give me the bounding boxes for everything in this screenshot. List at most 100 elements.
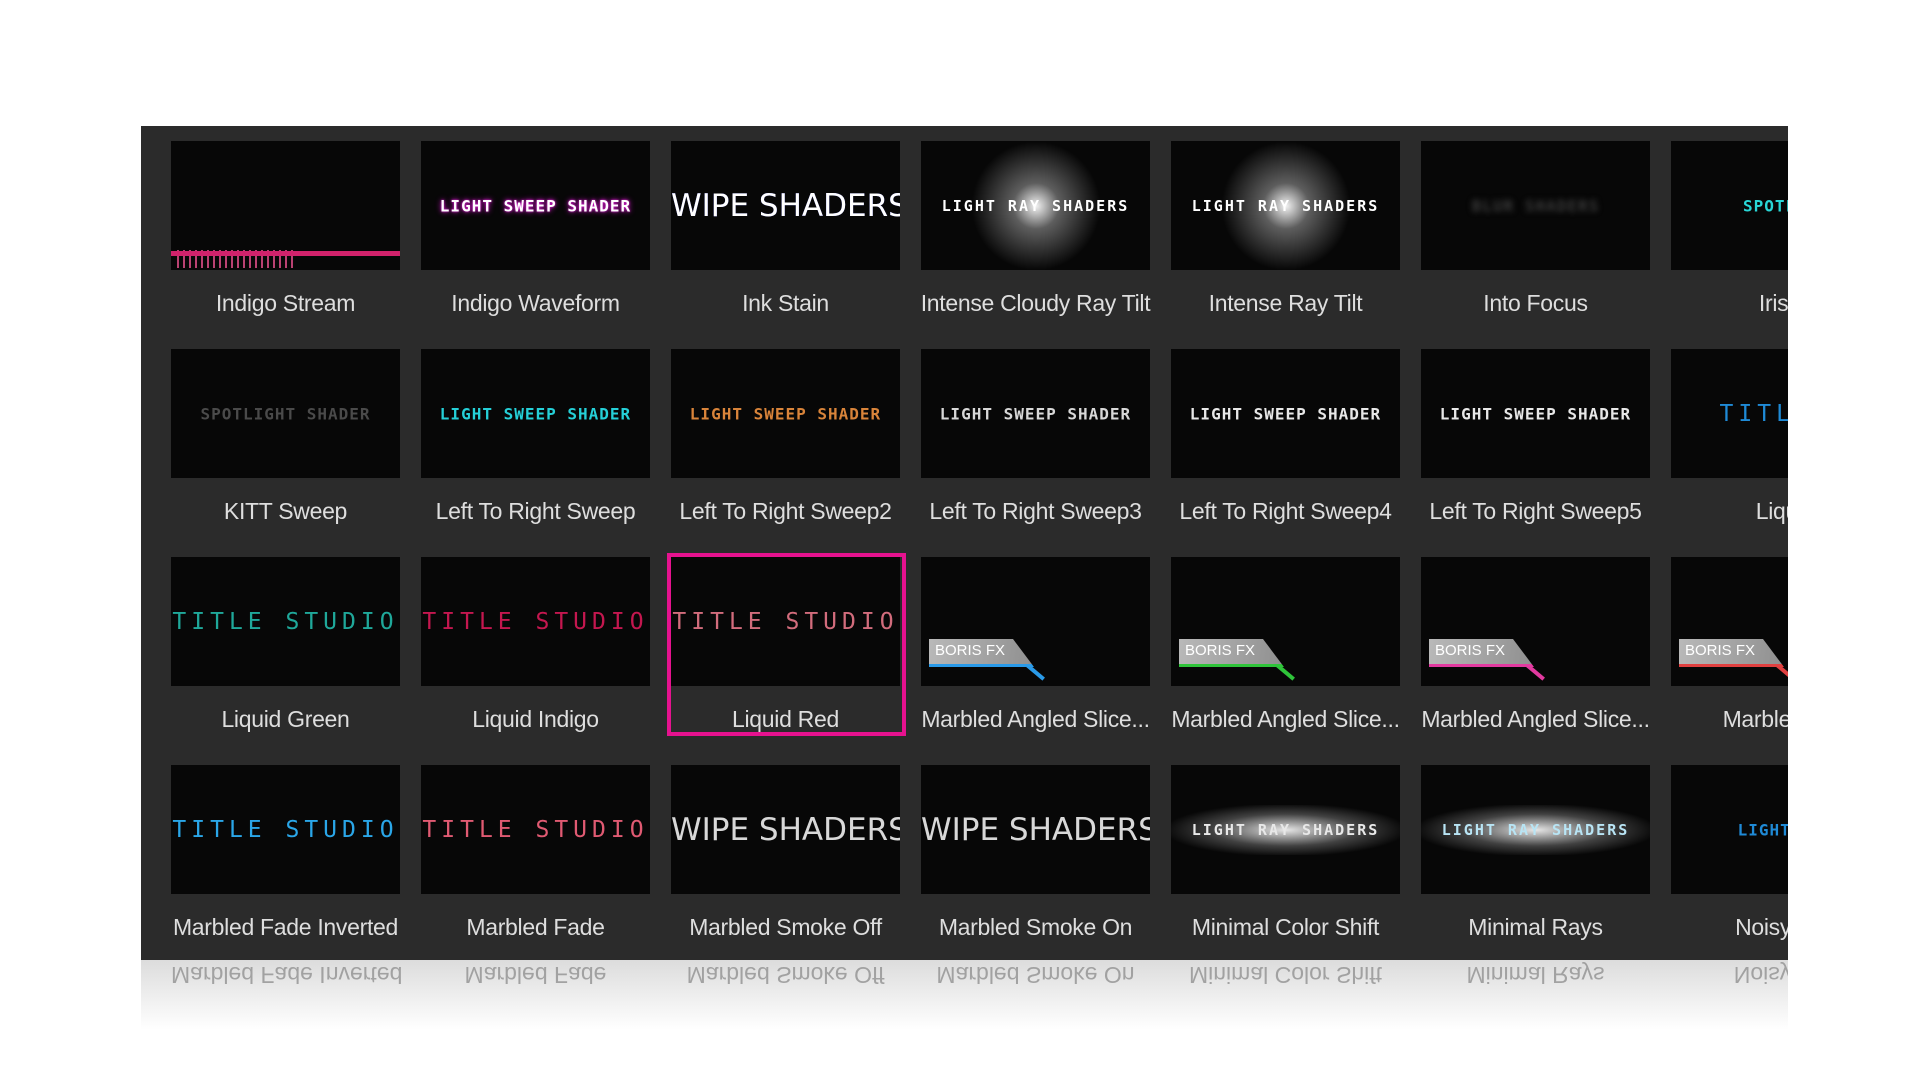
preset-thumbnail: TITLE S bbox=[1671, 349, 1788, 478]
preset-thumbnail: TITLE STUDIO bbox=[671, 557, 900, 686]
preset-tile-marbled-ang[interactable]: BORIS FX Marbled Ang bbox=[1671, 557, 1788, 732]
preset-tile-marbled-fade-inverted[interactable]: TITLE STUDIO Marbled Fade Inverted bbox=[171, 765, 400, 940]
preset-thumbnail: LIGHT SWEEP SHADER bbox=[421, 141, 650, 270]
thumbnail-title-text: SPOTLIGHT SHADER bbox=[200, 404, 371, 423]
preset-label: Intense Cloudy Ray Tilt bbox=[920, 290, 1151, 316]
preset-tile-ink-stain[interactable]: WIPE SHADERS Ink Stain bbox=[671, 141, 900, 316]
preset-thumbnail: TITLE STUDIO bbox=[171, 765, 400, 894]
preset-thumbnail: LIGHT SWE bbox=[1671, 765, 1788, 894]
thumbnail-title-text: WIPE SHADERS bbox=[921, 811, 1150, 848]
preset-thumbnail: LIGHT RAY SHADERS bbox=[1421, 765, 1650, 894]
reflected-label: Noisy Aqu bbox=[1733, 962, 1788, 988]
preset-tile-liquid-red[interactable]: TITLE STUDIO Liquid Red bbox=[667, 553, 906, 736]
preset-tile-intense-cloudy-ray-tilt[interactable]: LIGHT RAY SHADERS Intense Cloudy Ray Tilt bbox=[921, 141, 1151, 316]
preset-tile-marbled-angled-slice[interactable]: BORIS FX Marbled Angled Slice... bbox=[1171, 557, 1400, 732]
preset-tile-minimal-rays[interactable]: LIGHT RAY SHADERS Minimal Rays bbox=[1421, 765, 1650, 940]
preset-thumbnail: SPOTLIGHT SHADER bbox=[171, 349, 400, 478]
preset-label: Minimal Color Shift bbox=[1191, 914, 1380, 940]
preset-label: KITT Sweep bbox=[223, 498, 348, 524]
preset-label: Left To Right Sweep2 bbox=[679, 498, 892, 524]
preset-tile-kitt-sweep[interactable]: SPOTLIGHT SHADER KITT Sweep bbox=[171, 349, 400, 524]
thumbnail-title-text: BORIS FX bbox=[1179, 639, 1284, 667]
reflection-strip: Marbled Fade Inverted Marbled Fade Marbled… bbox=[141, 960, 1788, 1030]
thumbnail-title-text: LIGHT SWEEP SHADER bbox=[1439, 404, 1632, 423]
reflected-label: Marbled Fade bbox=[464, 962, 607, 988]
preset-label: Liquid Indigo bbox=[472, 706, 599, 732]
preset-label: Left To Right Sweep3 bbox=[929, 498, 1142, 524]
preset-tile-marbled-smoke-off[interactable]: WIPE SHADERS Marbled Smoke Off bbox=[671, 765, 900, 940]
preset-thumbnail: TITLE STUDIO bbox=[421, 557, 650, 686]
preset-thumbnail: BORIS FX bbox=[921, 557, 1150, 686]
preset-thumbnail: BORIS FX bbox=[1421, 557, 1650, 686]
preset-tile-left-to-right-sweep5[interactable]: LIGHT SWEEP SHADER Left To Right Sweep5 bbox=[1421, 349, 1650, 524]
thumbnail-title-text: LIGHT RAY SHADERS bbox=[1441, 820, 1630, 839]
thumbnail-title-text: BORIS FX bbox=[1679, 639, 1784, 667]
thumbnail-title-text: TITLE STUDIO bbox=[672, 608, 899, 635]
thumbnail-title-text: BLUR SHADERS bbox=[1471, 196, 1600, 215]
preset-thumbnail: BORIS FX bbox=[1171, 557, 1400, 686]
thumbnail-title-text: BORIS FX bbox=[1429, 639, 1534, 667]
preset-label: Intense Ray Tilt bbox=[1208, 290, 1363, 316]
preset-label: Marbled Smoke Off bbox=[689, 914, 882, 940]
preset-tile-left-to-right-sweep[interactable]: LIGHT SWEEP SHADER Left To Right Sweep bbox=[421, 349, 650, 524]
thumbnail-title-text: TITLE STUDIO bbox=[172, 608, 399, 635]
thumbnail-title-text: WIPE SHADERS bbox=[671, 187, 900, 224]
thumbnail-title-text: TITLE STUDIO bbox=[422, 816, 649, 843]
reflected-label: Minimal Color Shift bbox=[1189, 962, 1382, 988]
thumbnail-title-text: LIGHT SWEEP SHADER bbox=[1189, 404, 1382, 423]
preset-thumbnail: LIGHT SWEEP SHADER bbox=[921, 349, 1150, 478]
preset-thumbnail: BORIS FX bbox=[1671, 557, 1788, 686]
preset-tile-indigo-stream[interactable]: Indigo Stream bbox=[171, 141, 400, 316]
thumbnail-title-text: TITLE STUDIO bbox=[172, 816, 399, 843]
preset-label: Marbled Angled Slice... bbox=[1171, 706, 1400, 732]
preset-tile-left-to-right-sweep4[interactable]: LIGHT SWEEP SHADER Left To Right Sweep4 bbox=[1171, 349, 1400, 524]
preset-tile-liquid-green[interactable]: TITLE STUDIO Liquid Green bbox=[171, 557, 400, 732]
preset-label: Noisy Aqu bbox=[1735, 914, 1788, 940]
preset-label: Left To Right Sweep bbox=[435, 498, 636, 524]
preset-tile-iris-o[interactable]: SPOTLIGH Iris O bbox=[1671, 141, 1788, 316]
preset-tile-marbled-smoke-on[interactable]: WIPE SHADERS Marbled Smoke On bbox=[921, 765, 1150, 940]
preset-thumbnail: TITLE STUDIO bbox=[421, 765, 650, 894]
preset-tile-left-to-right-sweep2[interactable]: LIGHT SWEEP SHADER Left To Right Sweep2 bbox=[671, 349, 900, 524]
preset-label: Ink Stain bbox=[742, 290, 829, 316]
thumbnail-title-text: BORIS FX bbox=[929, 639, 1034, 667]
preset-label: Iris O bbox=[1758, 290, 1788, 316]
preset-thumbnail: SPOTLIGH bbox=[1671, 141, 1788, 270]
preset-tile-minimal-color-shift[interactable]: LIGHT RAY SHADERS Minimal Color Shift bbox=[1171, 765, 1400, 940]
preset-tile-intense-ray-tilt[interactable]: LIGHT RAY SHADERS Intense Ray Tilt bbox=[1171, 141, 1400, 316]
preset-grid: Indigo Stream LIGHT SWEEP SHADER Indigo Wa… bbox=[171, 141, 1788, 940]
thumbnail-title-text: TITLE STUDIO bbox=[422, 608, 649, 635]
preset-browser-panel: Indigo Stream LIGHT SWEEP SHADER Indigo Wa… bbox=[141, 126, 1788, 960]
thumbnail-title-text: LIGHT RAY SHADERS bbox=[1191, 820, 1380, 839]
preset-thumbnail: LIGHT SWEEP SHADER bbox=[1421, 349, 1650, 478]
thumbnail-title-text: SPOTLIGH bbox=[1742, 196, 1788, 215]
preset-label: Minimal Rays bbox=[1468, 914, 1603, 940]
preset-thumbnail: LIGHT SWEEP SHADER bbox=[671, 349, 900, 478]
preset-thumbnail: WIPE SHADERS bbox=[921, 765, 1150, 894]
preset-tile-liquid-indigo[interactable]: TITLE STUDIO Liquid Indigo bbox=[421, 557, 650, 732]
preset-tile-into-focus[interactable]: BLUR SHADERS Into Focus bbox=[1421, 141, 1650, 316]
thumbnail-title-text: LIGHT SWEEP SHADER bbox=[689, 404, 882, 423]
preset-label: Left To Right Sweep4 bbox=[1179, 498, 1392, 524]
preset-label: Marbled Angled Slice... bbox=[1421, 706, 1650, 732]
preset-label: Liquid Green bbox=[221, 706, 350, 732]
preset-tile-marbled-fade[interactable]: TITLE STUDIO Marbled Fade bbox=[421, 765, 650, 940]
thumbnail-title-text: LIGHT RAY SHADERS bbox=[941, 196, 1130, 215]
preset-label: Liquid bbox=[1755, 498, 1788, 524]
preset-tile-noisy-aqu[interactable]: LIGHT SWE Noisy Aqu bbox=[1671, 765, 1788, 940]
reflected-label: Marbled Fade Inverted bbox=[171, 962, 403, 988]
preset-tile-marbled-angled-slice[interactable]: BORIS FX Marbled Angled Slice... bbox=[921, 557, 1150, 732]
preset-thumbnail: WIPE SHADERS bbox=[671, 141, 900, 270]
reflected-label: Minimal Rays bbox=[1466, 962, 1605, 988]
preset-tile-indigo-waveform[interactable]: LIGHT SWEEP SHADER Indigo Waveform bbox=[421, 141, 650, 316]
preset-label: Into Focus bbox=[1483, 290, 1588, 316]
thumbnail-title-text: LIGHT RAY SHADERS bbox=[1191, 196, 1380, 215]
preset-tile-liquid[interactable]: TITLE S Liquid bbox=[1671, 349, 1788, 524]
preset-thumbnail: LIGHT RAY SHADERS bbox=[921, 141, 1150, 270]
preset-thumbnail: LIGHT RAY SHADERS bbox=[1171, 141, 1400, 270]
preset-tile-left-to-right-sweep3[interactable]: LIGHT SWEEP SHADER Left To Right Sweep3 bbox=[921, 349, 1150, 524]
preset-thumbnail: BLUR SHADERS bbox=[1421, 141, 1650, 270]
preset-thumbnail: LIGHT SWEEP SHADER bbox=[1171, 349, 1400, 478]
preset-label: Left To Right Sweep5 bbox=[1429, 498, 1642, 524]
preset-tile-marbled-angled-slice[interactable]: BORIS FX Marbled Angled Slice... bbox=[1421, 557, 1650, 732]
